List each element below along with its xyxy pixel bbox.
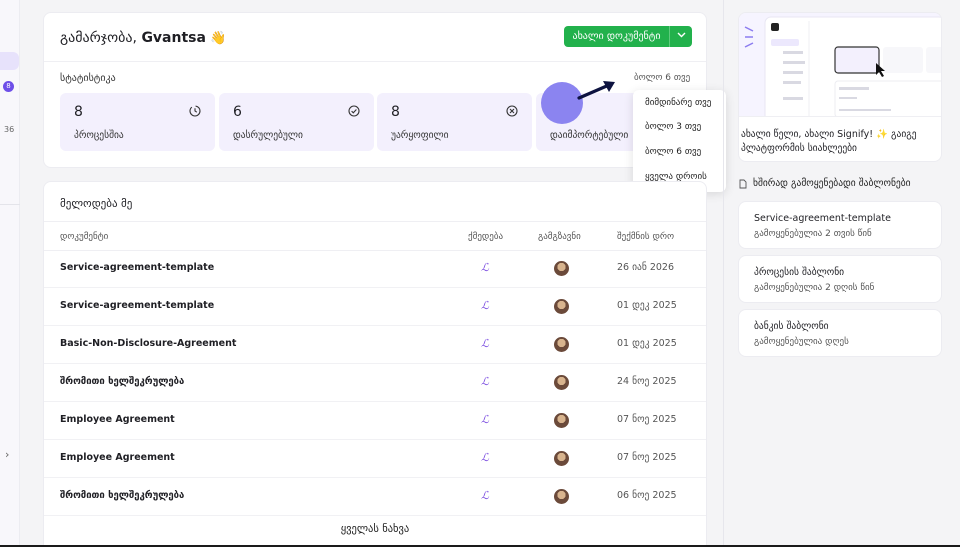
stats-label: სტატისტიკა (60, 73, 116, 84)
avatar (554, 299, 569, 314)
new-document-button[interactable]: ახალი დოკუმენტი (564, 26, 692, 47)
stat-label: დაიმპორტებული (550, 130, 629, 141)
avatar (554, 337, 569, 352)
avatar (554, 489, 569, 504)
stat-label: უარყოფილი (391, 130, 449, 141)
column-divider (723, 0, 724, 547)
sidebar-item-active[interactable] (0, 52, 19, 70)
sidebar-divider (0, 204, 20, 205)
template-name[interactable]: ბანკის შაბლონი (754, 321, 829, 332)
app-preview-illustration (744, 16, 941, 116)
sign-icon[interactable]: ℒ (481, 337, 489, 350)
document-icon (739, 179, 747, 188)
avatar (554, 261, 569, 276)
avatar (554, 451, 569, 466)
created-date: 06 ნოე 2025 (617, 490, 677, 501)
column-header: დოკუმენტი (60, 232, 109, 242)
table-row[interactable]: Service-agreement-template ℒ 01 დეკ 2025 (44, 288, 706, 326)
document-name[interactable]: Employee Agreement (60, 452, 175, 463)
stat-label: დასრულებული (233, 130, 303, 141)
stat-completed[interactable]: 6 დასრულებული (219, 93, 374, 151)
document-name[interactable]: შრომითი ხელშეკრულება (60, 490, 184, 501)
sidebar-count: 36 (4, 125, 15, 134)
waiting-table-card: მელოდება მე დოკუმენტი ქმედება გამგზავნი … (43, 181, 707, 547)
document-name[interactable]: Basic-Non-Disclosure-Agreement (60, 338, 236, 349)
promo-title[interactable]: ახალი წელი, ახალი Signify! ✨ გაიგე პლატფ… (741, 128, 939, 156)
column-header: გამგზავნი (538, 232, 581, 242)
sign-icon[interactable]: ℒ (481, 489, 489, 502)
template-used: გამოყენებულია დღეს (754, 337, 849, 347)
template-item[interactable]: პროცესის შაბლონი გამოყენებულია 2 დღის წი… (738, 255, 942, 303)
arrow-icon (577, 81, 615, 100)
created-date: 01 დეკ 2025 (617, 338, 677, 349)
template-item[interactable]: Service-agreement-template გამოყენებულია… (738, 201, 942, 249)
divider (44, 61, 706, 62)
document-name[interactable]: Employee Agreement (60, 414, 175, 425)
sidebar: 8 36 › (0, 0, 20, 547)
created-date: 07 ნოე 2025 (617, 414, 677, 425)
templates-header-label: ხშირად გამოყენებადი შაბლონები (753, 178, 911, 189)
sign-icon[interactable]: ℒ (481, 451, 489, 464)
sidebar-badge: 8 (3, 81, 14, 92)
view-all-link[interactable]: ყველას ნახვა (44, 523, 706, 535)
stat-value: 8 (74, 104, 83, 120)
stat-value: 8 (391, 104, 400, 120)
stat-rejected[interactable]: 8 უარყოფილი (377, 93, 532, 151)
greeting: გამარჯობა, Gvantsa 👋 (60, 30, 227, 46)
period-option[interactable]: მიმდინარე თვე (645, 98, 711, 108)
check-circle-icon (348, 105, 360, 117)
table-row[interactable]: შრომითი ხელშეკრულება ℒ 24 ნოე 2025 (44, 364, 706, 402)
created-date: 07 ნოე 2025 (617, 452, 677, 463)
clock-progress-icon (189, 105, 201, 117)
sign-icon[interactable]: ℒ (481, 413, 489, 426)
stat-in-progress[interactable]: 8 პროცესშია (60, 93, 215, 151)
document-name[interactable]: შრომითი ხელშეკრულება (60, 376, 184, 387)
template-used: გამოყენებულია 2 თვის წინ (754, 229, 872, 239)
section-title: მელოდება მე (60, 197, 133, 210)
table-row[interactable]: Employee Agreement ℒ 07 ნოე 2025 (44, 402, 706, 440)
document-name[interactable]: Service-agreement-template (60, 300, 214, 311)
period-option[interactable]: ბოლო 6 თვე (645, 147, 701, 157)
table-row[interactable]: Basic-Non-Disclosure-Agreement ℒ 01 დეკ … (44, 326, 706, 364)
table-row[interactable]: შრომითი ხელშეკრულება ℒ 06 ნოე 2025 (44, 478, 706, 516)
period-option[interactable]: ბოლო 3 თვე (645, 122, 701, 132)
template-used: გამოყენებულია 2 დღის წინ (754, 283, 875, 293)
avatar (554, 375, 569, 390)
sign-icon[interactable]: ℒ (481, 261, 489, 274)
promo-card[interactable]: ახალი წელი, ახალი Signify! ✨ გაიგე პლატფ… (738, 12, 942, 162)
column-header: შექმნის დრო (617, 232, 675, 242)
column-header: ქმედება (468, 232, 504, 242)
x-circle-icon (506, 105, 518, 117)
created-date: 01 დეკ 2025 (617, 300, 677, 311)
created-date: 26 იან 2026 (617, 262, 675, 273)
wave-icon: 👋 (210, 31, 227, 46)
chevron-down-icon[interactable] (670, 26, 692, 47)
stat-value: 6 (233, 104, 242, 120)
avatar (554, 413, 569, 428)
template-name[interactable]: Service-agreement-template (754, 213, 891, 224)
chevron-right-icon[interactable]: › (5, 448, 9, 461)
table-row[interactable]: Service-agreement-template ℒ 26 იან 2026 (44, 250, 706, 288)
sign-icon[interactable]: ℒ (481, 299, 489, 312)
table-header: დოკუმენტი ქმედება გამგზავნი შექმნის დრო (44, 221, 706, 251)
new-document-label[interactable]: ახალი დოკუმენტი (564, 26, 670, 47)
greeting-prefix: გამარჯობა, (60, 30, 142, 46)
sign-icon[interactable]: ℒ (481, 375, 489, 388)
promo-image (739, 13, 941, 117)
period-dropdown: მიმდინარე თვე ბოლო 3 თვე ბოლო 6 თვე ყველ… (633, 90, 726, 192)
created-date: 24 ნოე 2025 (617, 376, 677, 387)
period-select[interactable]: ბოლო 6 თვე (634, 73, 690, 83)
template-name[interactable]: პროცესის შაბლონი (754, 267, 844, 278)
user-name: Gvantsa (141, 30, 206, 46)
table-row[interactable]: Employee Agreement ℒ 07 ნოე 2025 (44, 440, 706, 478)
template-item[interactable]: ბანკის შაბლონი გამოყენებულია დღეს (738, 309, 942, 357)
stat-label: პროცესშია (74, 130, 124, 141)
document-name[interactable]: Service-agreement-template (60, 262, 214, 273)
templates-header: ხშირად გამოყენებადი შაბლონები (739, 178, 911, 189)
